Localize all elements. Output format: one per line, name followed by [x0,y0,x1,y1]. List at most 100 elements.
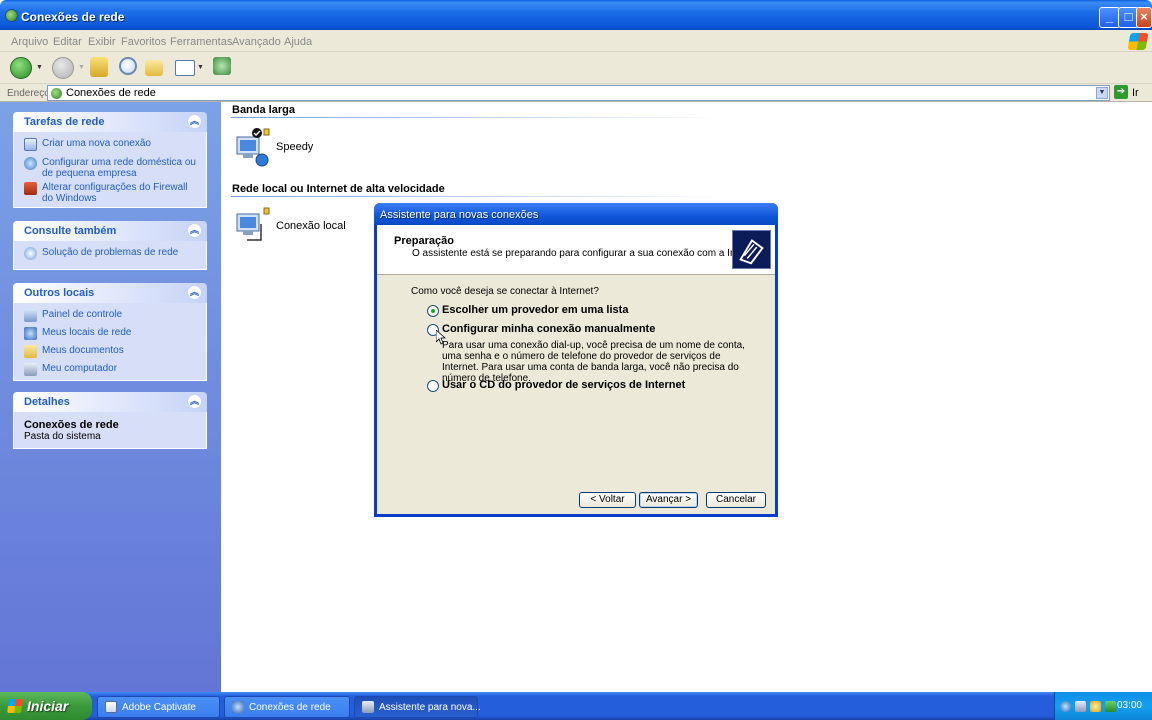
wizard-body: Preparação O assistente está se preparan… [377,225,775,514]
link-my-computer[interactable]: Meu computador [24,363,198,379]
task-connection-wizard[interactable]: Assistente para nova... [354,696,481,718]
panel-header[interactable]: Tarefas de rede ︽ [13,112,207,132]
minimize-button[interactable]: _ [1099,7,1120,28]
next-button[interactable]: Avançar > [639,492,698,508]
search-icon[interactable] [119,57,137,75]
group-divider [231,196,731,197]
wizard-question: Como você deseja se conectar à Internet? [411,286,599,297]
task-adobe-captivate[interactable]: Adobe Captivate [97,696,220,718]
close-button[interactable]: × [1136,7,1152,28]
wizard-header: Preparação O assistente está se preparan… [377,225,775,275]
views-icon[interactable] [175,60,195,76]
panel-body: Painel de controle Meus locais de rede M… [13,303,207,381]
panel-header[interactable]: Consulte também ︽ [13,221,207,241]
link-network-places[interactable]: Meus locais de rede [24,327,198,343]
menu-arquivo[interactable]: Arquivo [11,36,48,48]
forward-dropdown-icon: ▼ [78,64,85,71]
new-connection-wizard: Assistente para novas conexões Preparaçã… [374,203,778,517]
window-title: Conexões de rede [21,10,125,24]
broadband-connection-icon [236,128,270,167]
panel-title: Outros locais [24,287,95,299]
taskbar: Iniciar Adobe Captivate Conexões de rede… [0,692,1152,720]
up-folder-icon[interactable] [90,57,108,77]
task-pane: Tarefas de rede ︽ Criar uma nova conexão… [0,102,221,692]
address-bar: Endereço Conexões de rede ▼ ➔ Ir [0,84,1152,102]
collapse-chevron-icon[interactable]: ︽ [187,114,202,129]
menu-editar[interactable]: Editar [53,36,82,48]
clock: 03:00 [1116,700,1142,711]
panel-header[interactable]: Detalhes ︽ [13,392,207,412]
start-label: Iniciar [27,698,69,714]
panel-header[interactable]: Outros locais ︽ [13,283,207,303]
windows-logo-icon [1127,33,1149,50]
system-tray: 03:00 [1054,692,1152,720]
network-status-icon[interactable] [1075,701,1086,712]
radio-choose-provider[interactable] [427,305,439,317]
sync-icon[interactable] [213,57,231,75]
menu-favoritos[interactable]: Favoritos [121,36,166,48]
address-field[interactable]: Conexões de rede ▼ [47,85,1110,101]
panel-title: Consulte também [24,225,117,237]
connection-local[interactable]: Conexão local [233,206,393,250]
menu-ajuda[interactable]: Ajuda [284,36,312,48]
task-create-connection[interactable]: Criar uma nova conexão [24,138,198,154]
security-center-icon[interactable] [1090,701,1101,712]
wizard-step-title: Preparação [394,235,454,247]
menu-ferramentas[interactable]: Ferramentas [170,36,232,48]
captivate-icon [105,701,117,713]
collapse-chevron-icon[interactable]: ︽ [187,285,202,300]
home-network-icon [24,157,37,170]
link-my-documents[interactable]: Meus documentos [24,345,198,361]
window-titlebar[interactable]: Conexões de rede _ □ × [0,0,1152,30]
task-network-connections[interactable]: Conexões de rede [224,696,350,718]
task-home-network[interactable]: Configurar uma rede doméstica ou de pequ… [24,157,198,179]
mouse-cursor-icon [436,330,446,345]
task-firewall[interactable]: Alterar configurações do Firewall do Win… [24,182,198,204]
group-divider [231,117,731,118]
start-button[interactable]: Iniciar [0,692,92,720]
collapse-chevron-icon[interactable]: ︽ [187,394,202,409]
details-type: Pasta do sistema [24,431,101,442]
network-connections-icon [51,88,62,99]
menu-avancado[interactable]: Avançado [232,36,281,48]
back-button[interactable]: < Voltar [579,492,636,508]
wizard-step-subtitle: O assistente está se preparando para con… [412,248,764,259]
go-button[interactable]: Ir [1132,87,1139,99]
link-control-panel[interactable]: Painel de controle [24,309,198,325]
address-label: Endereço [7,88,50,99]
views-dropdown-icon[interactable]: ▼ [197,64,204,71]
link-troubleshoot[interactable]: Solução de problemas de rede [24,247,198,263]
menu-exibir[interactable]: Exibir [88,36,116,48]
firewall-icon [24,182,37,195]
connection-label: Conexão local [276,220,346,232]
group-broadband-title: Banda larga [232,104,295,116]
panel-body: Conexões de rede Pasta do sistema [13,412,207,449]
panel-body: Solução de problemas de rede [13,241,207,270]
panel-body: Criar uma nova conexão Configurar uma re… [13,132,207,208]
radio-use-cd[interactable] [427,380,439,392]
connection-label: Speedy [276,141,314,153]
collapse-chevron-icon[interactable]: ︽ [187,223,202,238]
panel-details: Detalhes ︽ Conexões de rede Pasta do sis… [13,392,207,449]
wizard-titlebar[interactable]: Assistente para novas conexões [374,203,778,225]
cancel-button[interactable]: Cancelar [706,492,766,508]
network-connections-icon [5,9,18,22]
network-tray-icon[interactable] [1060,701,1071,712]
panel-title: Detalhes [24,396,70,408]
back-icon[interactable] [10,57,32,79]
option-choose-provider-label[interactable]: Escolher um provedor em uma lista [442,304,628,316]
panel-title: Tarefas de rede [24,116,105,128]
network-places-icon [24,327,37,340]
option-configure-manually-label[interactable]: Configurar minha conexão manualmente [442,323,655,335]
back-dropdown-icon[interactable]: ▼ [36,64,43,71]
option-manual-description: Para usar uma conexão dial-up, você prec… [442,340,745,384]
menu-bar: Arquivo Editar Exibir Favoritos Ferramen… [0,30,1152,52]
connection-speedy[interactable]: Speedy [233,127,393,171]
windows-logo-icon [7,699,23,713]
wizard-title: Assistente para novas conexões [380,209,539,221]
folders-icon[interactable] [145,60,163,76]
option-use-cd-label[interactable]: Usar o CD do provedor de serviços de Int… [442,379,685,391]
address-dropdown-icon[interactable]: ▼ [1096,87,1108,99]
update-icon[interactable] [1105,701,1116,712]
go-arrow-icon[interactable]: ➔ [1114,85,1128,99]
